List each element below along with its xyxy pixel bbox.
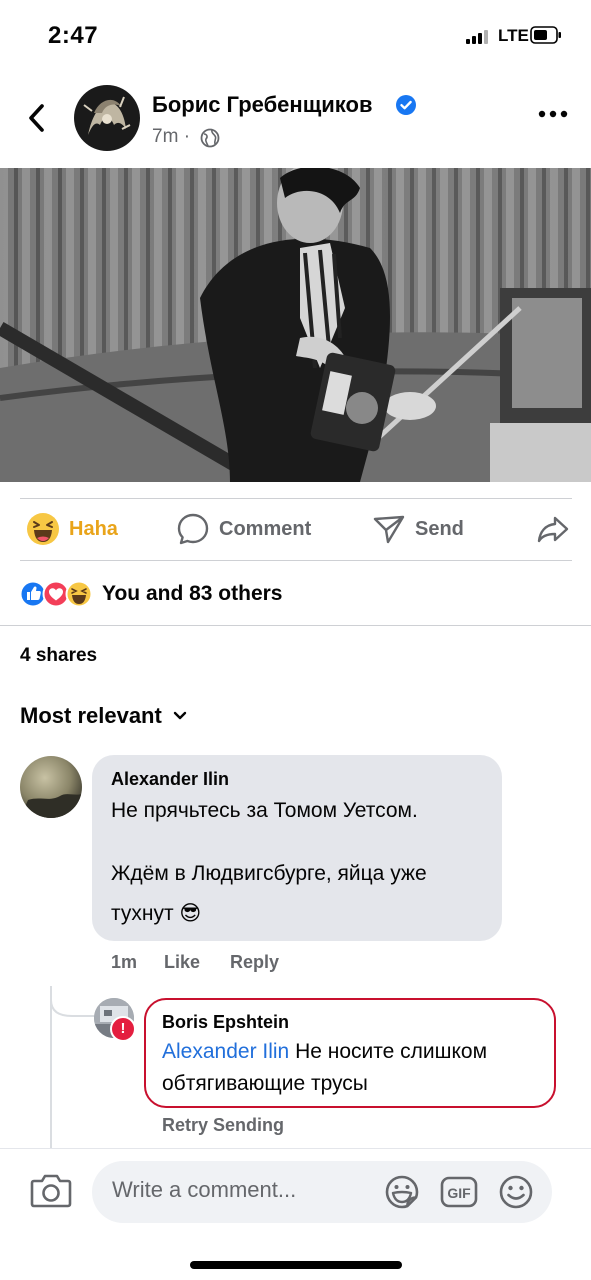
divider xyxy=(20,560,572,561)
commenter-avatar[interactable] xyxy=(20,756,82,818)
reply-mention[interactable]: Alexander Ilin xyxy=(162,1040,289,1063)
send-icon xyxy=(373,515,405,544)
send-error-badge: ! xyxy=(110,1016,136,1042)
haha-button[interactable]: Haha xyxy=(26,512,118,546)
status-bar: 2:47 LTE xyxy=(0,0,591,70)
reply-bubble[interactable]: Boris Epshtein Alexander Ilin Не носите … xyxy=(144,998,556,1108)
sort-label: Most relevant xyxy=(20,703,162,728)
comment-time: 1m xyxy=(111,952,138,972)
like-comment-button[interactable]: Like xyxy=(164,952,200,973)
verified-icon xyxy=(396,95,416,115)
signal-icon xyxy=(466,30,492,44)
reply-comment-button[interactable]: Reply xyxy=(230,952,279,973)
more-icon[interactable] xyxy=(536,104,570,124)
reaction-icons xyxy=(19,579,98,609)
comment-text-line: тухнут 😎 xyxy=(111,902,202,925)
comment-text-line: Ждём в Людвигсбурге, яйца уже xyxy=(111,862,427,885)
sticker-icon[interactable] xyxy=(384,1174,420,1210)
shares-count[interactable]: 4 shares xyxy=(20,645,97,667)
reply-text-rest: Не носите слишком xyxy=(289,1040,488,1063)
haha-reaction-icon xyxy=(65,580,93,608)
network-label: LTE xyxy=(498,26,529,45)
comment-text-line: Не прячьтесь за Томом Уетсом. xyxy=(111,799,418,822)
divider xyxy=(0,625,591,626)
author-avatar[interactable] xyxy=(74,85,140,151)
globe-icon xyxy=(200,128,220,148)
camera-icon[interactable] xyxy=(30,1171,72,1209)
comment-composer: Write a comment... GIF xyxy=(0,1148,591,1280)
reply-text-line: Alexander Ilin Не носите слишком xyxy=(162,1036,487,1068)
love-reaction-icon xyxy=(42,580,70,608)
divider xyxy=(20,498,572,499)
thread-connector xyxy=(50,986,94,1017)
reply-text-line: обтягивающие трусы xyxy=(162,1072,368,1095)
send-button[interactable]: Send xyxy=(372,512,464,546)
comment-placeholder: Write a comment... xyxy=(112,1177,297,1202)
comment-sort-dropdown[interactable]: Most relevant xyxy=(20,703,188,729)
reply-author[interactable]: Boris Epshtein xyxy=(162,1012,289,1033)
comment-input[interactable]: Write a comment... GIF xyxy=(92,1161,552,1223)
haha-label: Haha xyxy=(69,517,118,540)
post-action-bar: Haha Comment Send xyxy=(0,500,591,558)
battery-icon xyxy=(530,26,561,44)
home-indicator[interactable] xyxy=(190,1261,402,1269)
comment-label: Comment xyxy=(219,517,312,540)
share-button[interactable] xyxy=(536,512,570,546)
status-time: 2:47 xyxy=(48,22,99,49)
comment-button[interactable]: Comment xyxy=(176,512,311,546)
post-header: Борис Гребенщиков 7m · xyxy=(0,78,591,164)
retry-sending-button[interactable]: Retry Sending xyxy=(162,1115,284,1136)
gif-icon[interactable]: GIF xyxy=(440,1175,478,1209)
back-icon[interactable] xyxy=(22,100,52,136)
like-reaction-icon xyxy=(19,580,47,608)
post-time: 7m xyxy=(152,126,179,147)
reactions-summary[interactable]: You and 83 others xyxy=(19,578,283,610)
post-meta: 7m · xyxy=(152,126,190,148)
chevron-down-icon xyxy=(173,711,187,720)
emoji-icon[interactable] xyxy=(498,1174,534,1210)
author-name[interactable]: Борис Гребенщиков xyxy=(152,92,372,118)
reactions-text: You and 83 others xyxy=(102,582,283,605)
meta-separator: · xyxy=(183,126,191,147)
comment-author[interactable]: Alexander Ilin xyxy=(111,769,229,790)
comment-icon xyxy=(177,513,209,545)
haha-icon xyxy=(27,513,59,545)
send-label: Send xyxy=(415,517,464,540)
post-photo[interactable] xyxy=(0,168,591,482)
comment-bubble[interactable]: Alexander Ilin Не прячьтесь за Томом Ует… xyxy=(92,755,502,941)
svg-text:GIF: GIF xyxy=(447,1185,471,1201)
share-icon xyxy=(537,516,569,543)
